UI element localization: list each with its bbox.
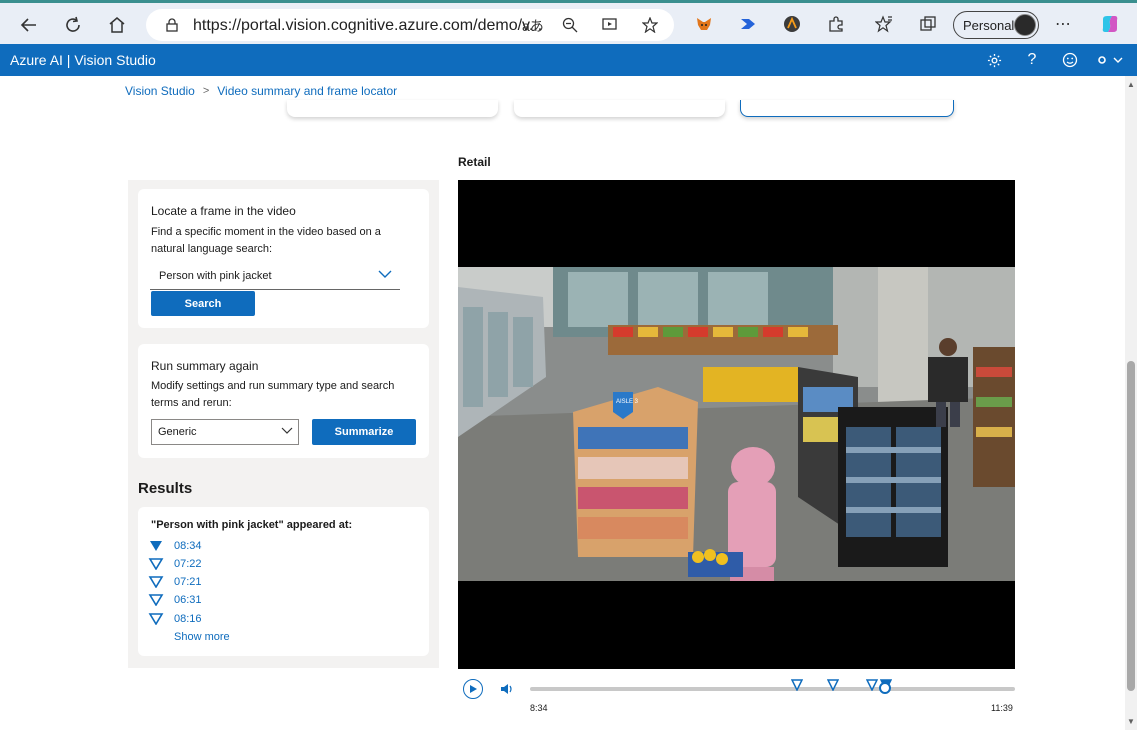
site-info-icon	[166, 18, 178, 32]
video-controls: 8:34 11:39	[458, 674, 1015, 718]
account-menu[interactable]	[1092, 50, 1128, 70]
locate-heading: Locate a frame in the video	[151, 204, 296, 218]
app-title: Azure AI | Vision Studio	[10, 52, 156, 68]
avatar	[1014, 14, 1036, 36]
volume-icon[interactable]	[500, 682, 514, 696]
scroll-up-icon[interactable]: ▲	[1127, 80, 1135, 89]
search-query-combobox[interactable]: Person with pink jacket	[150, 264, 400, 290]
feedback-smiley-icon[interactable]	[1060, 50, 1080, 70]
triangle-marker-icon	[148, 613, 164, 625]
back-arrow-icon	[20, 18, 36, 32]
result-timestamp[interactable]: 06:31	[148, 594, 202, 606]
breadcrumb-vision-studio[interactable]: Vision Studio	[125, 84, 195, 98]
video-title: Retail	[458, 155, 491, 169]
refresh-icon	[66, 16, 80, 32]
locate-description: Find a specific moment in the video base…	[151, 226, 381, 255]
breadcrumb-current[interactable]: Video summary and frame locator	[217, 84, 397, 98]
more-menu-icon[interactable]: ⋯	[1052, 13, 1074, 35]
favorite-star-icon[interactable]	[642, 17, 658, 33]
breadcrumb: Vision Studio > Video summary and frame …	[125, 84, 397, 98]
search-query-value: Person with pink jacket	[159, 270, 272, 282]
search-button[interactable]: Search	[151, 291, 255, 316]
address-bar[interactable]: https://portal.vision.cognitive.azure.co…	[146, 9, 674, 41]
chevron-right-icon: >	[202, 85, 210, 97]
chevron-down-icon[interactable]	[378, 267, 392, 282]
favorites-icon[interactable]	[873, 13, 895, 35]
locate-frame-card: Locate a frame in the video Find a speci…	[138, 189, 429, 328]
results-query-heading: "Person with pink jacket" appeared at:	[151, 519, 353, 531]
arc-extension-icon[interactable]	[781, 13, 803, 35]
summary-type-select[interactable]: Generic	[151, 419, 299, 445]
play-button[interactable]	[463, 679, 483, 699]
app-header: Azure AI | Vision Studio ?	[0, 44, 1137, 76]
run-summary-card: Run summary again Modify settings and ru…	[138, 344, 429, 458]
show-more-link[interactable]: Show more	[174, 631, 230, 643]
extensions-puzzle-icon[interactable]	[825, 13, 847, 35]
summarize-button[interactable]: Summarize	[312, 419, 416, 445]
result-timestamp[interactable]: 07:21	[148, 576, 202, 588]
profile-label: Personal	[963, 17, 1015, 33]
sample-video-card-selected[interactable]	[740, 100, 954, 117]
timeline-marker-icon[interactable]	[866, 679, 879, 691]
url-text: https://portal.vision.cognitive.azure.co…	[193, 17, 543, 34]
home-icon	[109, 17, 125, 33]
summary-description: Modify settings and run summary type and…	[151, 380, 395, 409]
zoom-icon[interactable]	[562, 17, 578, 33]
scrollbar-thumb[interactable]	[1127, 361, 1135, 691]
sample-video-card[interactable]	[287, 100, 498, 117]
filled-triangle-marker-icon	[150, 541, 162, 551]
result-timestamp[interactable]: 08:34	[148, 540, 202, 552]
profile-button[interactable]: Personal	[953, 11, 1039, 39]
summary-heading: Run summary again	[151, 359, 259, 373]
video-frame-image: AISLE 3	[458, 267, 1015, 581]
triangle-marker-icon	[148, 576, 164, 588]
video-player[interactable]: AISLE 3	[458, 180, 1015, 669]
play-icon	[470, 685, 477, 693]
copilot-icon[interactable]	[1099, 13, 1121, 35]
collections-icon[interactable]	[917, 13, 939, 35]
triangle-marker-icon	[148, 558, 164, 570]
power-automate-icon[interactable]	[737, 13, 759, 35]
duration: 11:39	[991, 703, 1013, 713]
timeline-marker-icon[interactable]	[827, 679, 840, 691]
result-time: 08:34	[174, 540, 202, 552]
home-button[interactable]	[102, 10, 132, 40]
result-time: 06:31	[174, 594, 202, 606]
triangle-marker-icon	[148, 594, 164, 606]
settings-gear-icon[interactable]	[984, 50, 1004, 70]
result-time: 07:22	[174, 558, 202, 570]
side-panel: Locate a frame in the video Find a speci…	[128, 180, 439, 668]
browser-toolbar: https://portal.vision.cognitive.azure.co…	[0, 0, 1137, 44]
page-scrollbar[interactable]: ▲ ▼	[1125, 76, 1137, 730]
app-available-icon[interactable]	[602, 17, 618, 33]
scroll-down-icon[interactable]: ▼	[1127, 717, 1135, 726]
timeline-marker-icon[interactable]	[791, 679, 804, 691]
help-icon[interactable]: ?	[1022, 50, 1042, 70]
result-time: 08:16	[174, 613, 202, 625]
results-card: "Person with pink jacket" appeared at: 0…	[138, 507, 429, 656]
result-timestamp[interactable]: 07:22	[148, 558, 202, 570]
current-time: 8:34	[530, 703, 548, 713]
read-aloud-icon[interactable]: aあ	[522, 16, 544, 36]
seek-thumb[interactable]	[879, 682, 892, 694]
metamask-icon[interactable]	[693, 13, 715, 35]
seek-bar[interactable]	[530, 679, 1015, 694]
account-icon	[1098, 56, 1123, 64]
sample-video-card[interactable]	[514, 100, 725, 117]
result-time: 07:21	[174, 576, 202, 588]
aisle-sign-text: AISLE 3	[616, 399, 639, 405]
result-timestamp[interactable]: 08:16	[148, 613, 202, 625]
chevron-down-icon	[281, 424, 293, 438]
back-button[interactable]	[14, 10, 44, 40]
refresh-button[interactable]	[58, 10, 88, 40]
summary-type-value: Generic	[158, 426, 197, 438]
results-title: Results	[138, 480, 193, 497]
